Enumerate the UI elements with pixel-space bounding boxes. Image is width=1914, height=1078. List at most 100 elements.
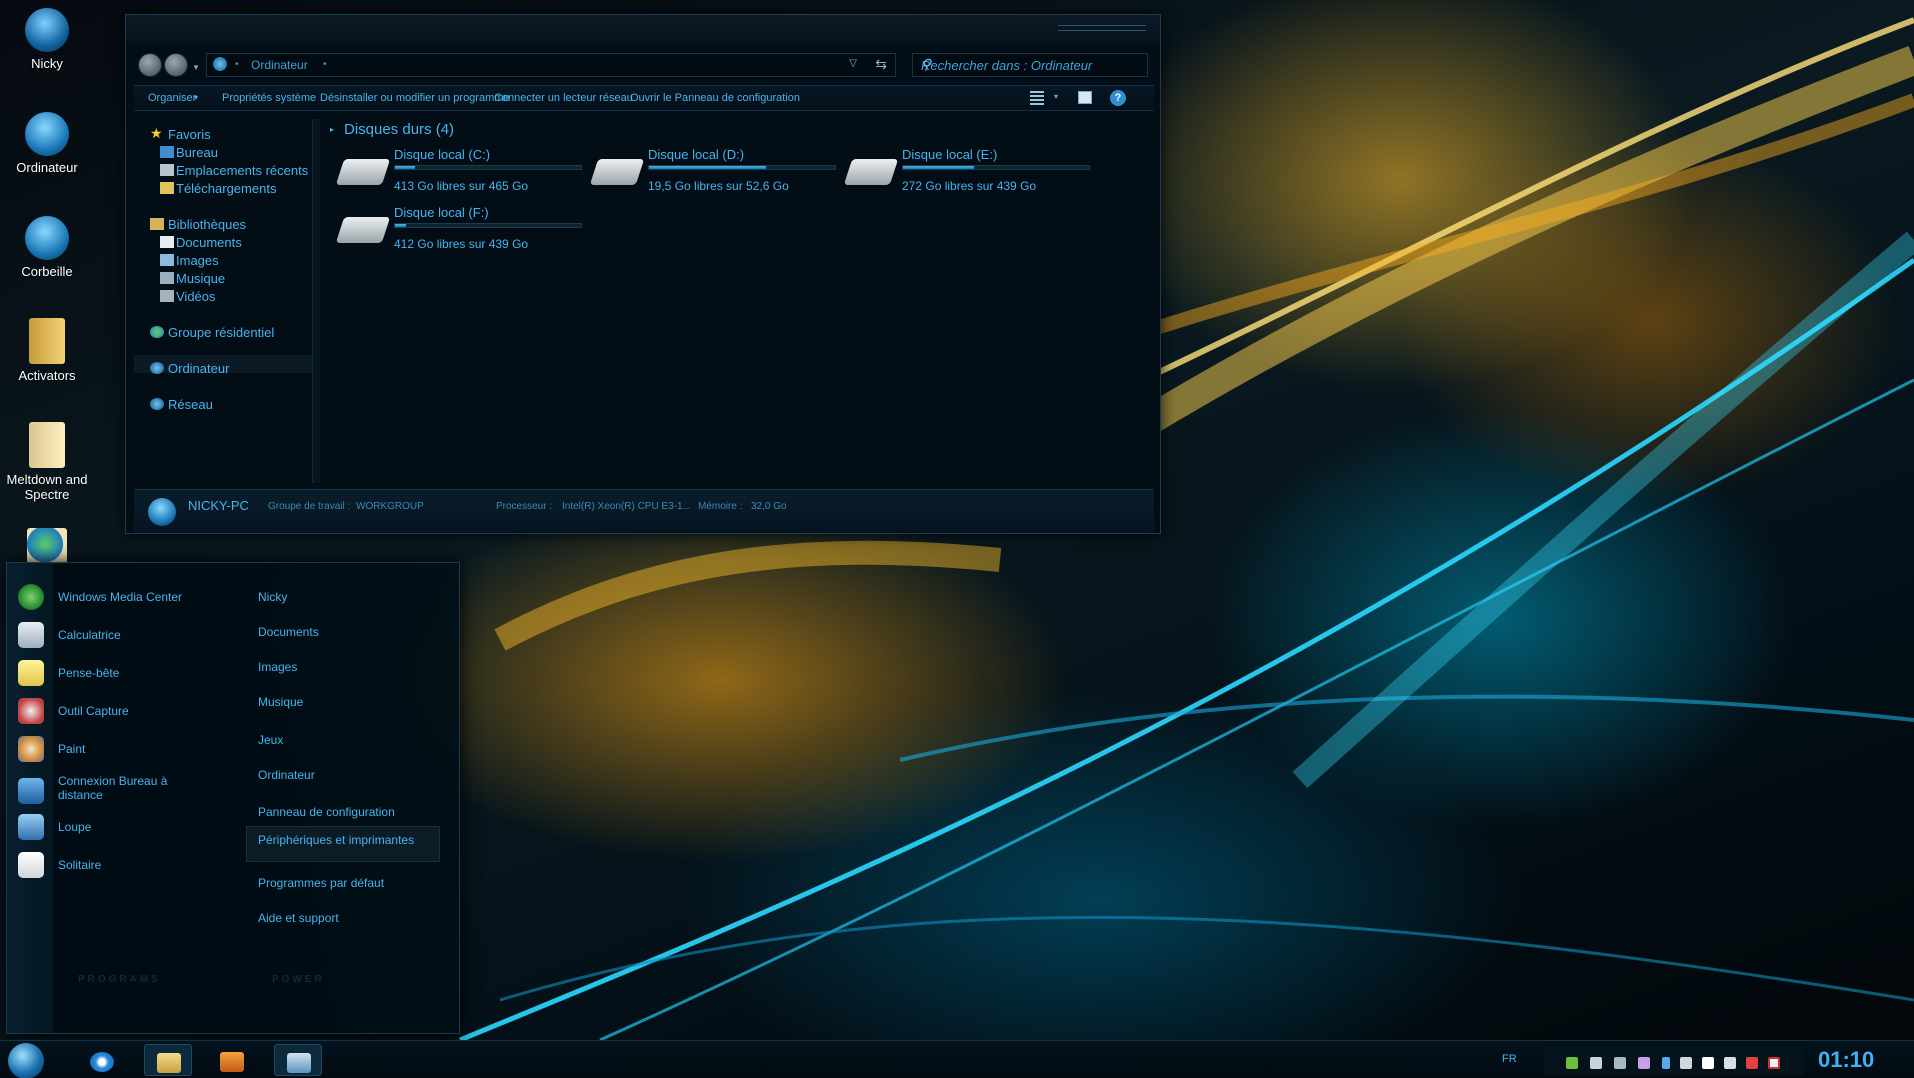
group-title[interactable]: Disques durs (4) (344, 121, 454, 138)
documents-tray-icon[interactable] (1702, 1057, 1714, 1069)
network-tray-icon[interactable] (1724, 1057, 1736, 1069)
taskbar-control-panel[interactable] (274, 1044, 322, 1076)
preview-pane-icon[interactable] (1078, 91, 1092, 104)
drive-f[interactable]: Disque local (F:) 412 Go libres sur 439 … (335, 203, 590, 253)
program-windows-media-center[interactable]: Windows Media Center (18, 582, 218, 612)
nav-videos[interactable]: Vidéos (176, 289, 216, 304)
desktop-icon-meltdown-and-spectre[interactable]: Meltdown and Spectre (2, 422, 92, 502)
pen-icon[interactable] (1638, 1057, 1650, 1069)
start-link-documents[interactable]: Documents (258, 625, 319, 639)
organiser-chevron-icon[interactable]: ▾ (194, 93, 198, 102)
start-link-jeux[interactable]: Jeux (258, 733, 283, 747)
nav-bureau[interactable]: Bureau (176, 145, 218, 160)
cmd-connecter-lecteur[interactable]: Connecter un lecteur réseau (494, 92, 633, 104)
explorer-window: ▼ • Ordinateur • ▽ ⇆ Rechercher dans : O… (125, 14, 1161, 534)
videos-icon (160, 290, 174, 302)
cmd-proprietes-systeme[interactable]: Propriétés système (222, 92, 316, 104)
nav-reseau[interactable]: Réseau (168, 397, 213, 412)
nav-images[interactable]: Images (176, 253, 219, 268)
drive-free-space: 19,5 Go libres sur 52,6 Go (648, 179, 789, 193)
hard-drive-icon (843, 159, 899, 185)
drive-usage-bar (394, 165, 582, 170)
program-calculatrice[interactable]: Calculatrice (18, 620, 218, 650)
cmd-organiser[interactable]: Organiser (148, 92, 196, 104)
nav-groupe-residentiel[interactable]: Groupe résidentiel (168, 325, 274, 340)
nav-scrollbar[interactable] (312, 119, 320, 483)
cmd-desinstaller[interactable]: Désinstaller ou modifier un programme (320, 92, 510, 104)
start-link-musique[interactable]: Musique (258, 695, 303, 709)
drive-c[interactable]: Disque local (C:) 413 Go libres sur 465 … (335, 145, 590, 195)
snipping-tool-icon (18, 698, 44, 724)
view-options-icon[interactable] (1030, 91, 1044, 105)
display-icon[interactable] (1590, 1057, 1602, 1069)
address-dropdown-icon[interactable]: ▽ (849, 58, 857, 69)
desktop-icon-ordinateur[interactable]: Ordinateur (2, 112, 92, 175)
drive-name: Disque local (E:) (902, 147, 998, 162)
start-link-programmes-par-defaut[interactable]: Programmes par défaut (258, 876, 384, 890)
recent-pages-chevron-icon[interactable]: ▼ (192, 63, 200, 72)
power-button[interactable]: POWER (272, 974, 325, 985)
nav-musique[interactable]: Musique (176, 271, 225, 286)
clock[interactable]: 01:10 (1818, 1047, 1874, 1073)
drive-d[interactable]: Disque local (D:) 19,5 Go libres sur 52,… (589, 145, 844, 195)
program-connexion-bureau-a-distance[interactable]: Connexion Bureau à distance (18, 772, 218, 808)
help-icon[interactable]: ? (1110, 90, 1126, 106)
address-input[interactable]: • Ordinateur • ▽ ⇆ (206, 53, 896, 77)
program-pense-bete[interactable]: Pense-bête (18, 658, 218, 688)
program-loupe[interactable]: Loupe (18, 812, 218, 842)
desktop-icon-nicky[interactable]: Nicky (2, 8, 92, 71)
forward-button[interactable] (164, 53, 188, 77)
start-link-panneau-configuration[interactable]: Panneau de configuration (258, 805, 395, 819)
desktop-icon-corbeille[interactable]: Corbeille (2, 216, 92, 279)
drive-e[interactable]: Disque local (E:) 272 Go libres sur 439 … (843, 145, 1098, 195)
taskbar-internet-explorer[interactable] (78, 1044, 126, 1076)
drive-usage-fill (903, 166, 974, 169)
nav-telechargements[interactable]: Téléchargements (176, 181, 276, 196)
nav-ordinateur[interactable]: Ordinateur (168, 361, 229, 376)
program-outil-capture[interactable]: Outil Capture (18, 696, 218, 726)
breadcrumb-ordinateur[interactable]: Ordinateur (251, 58, 308, 72)
bluetooth-icon[interactable] (1662, 1057, 1670, 1069)
start-link-nicky[interactable]: Nicky (258, 590, 287, 604)
back-button[interactable] (138, 53, 162, 77)
desktop-icon-globe[interactable] (2, 528, 92, 564)
content-pane: ▸ Disques durs (4) Disque local (C:) 413… (322, 119, 1152, 489)
command-bar: Organiser ▾ Propriétés système Désinstal… (134, 85, 1154, 111)
cmd-ouvrir-panneau[interactable]: Ouvrir le Panneau de configuration (630, 92, 800, 104)
program-paint[interactable]: Paint (18, 734, 218, 764)
breadcrumb-separator-icon[interactable]: • (323, 59, 327, 70)
group-collapse-icon[interactable]: ▸ (330, 125, 334, 134)
start-orb-icon[interactable] (8, 1043, 44, 1078)
breadcrumb-separator-icon: • (235, 59, 239, 70)
workgroup-value: WORKGROUP (356, 501, 424, 512)
volume-muted-icon[interactable] (1746, 1057, 1758, 1069)
search-icon[interactable]: ⚲ (921, 56, 1141, 73)
all-programs-button[interactable]: PROGRAMS (78, 974, 161, 985)
taskbar: FR 01:10 (0, 1040, 1914, 1078)
start-link-aide-et-support[interactable]: Aide et support (258, 911, 339, 925)
search-input[interactable]: Rechercher dans : Ordinateur ⚲ (912, 53, 1148, 77)
nvidia-icon[interactable] (1566, 1057, 1578, 1069)
usb-icon[interactable] (1614, 1057, 1626, 1069)
nav-bibliotheques[interactable]: Bibliothèques (168, 217, 246, 232)
window-title-bar[interactable] (126, 15, 1160, 43)
taskbar-media-player[interactable] (208, 1044, 256, 1076)
taskbar-explorer[interactable] (144, 1044, 192, 1076)
start-link-ordinateur[interactable]: Ordinateur (258, 768, 315, 782)
desktop-icon-activators[interactable]: Activators (2, 318, 92, 383)
device-icon[interactable] (1680, 1057, 1692, 1069)
nav-favoris[interactable]: Favoris (168, 127, 211, 142)
calculator-icon (18, 622, 44, 648)
start-link-peripheriques-imprimantes[interactable]: Périphériques et imprimantes (258, 833, 414, 847)
action-center-icon[interactable] (1768, 1057, 1780, 1069)
language-indicator[interactable]: FR (1502, 1053, 1517, 1065)
hard-drive-icon (589, 159, 645, 185)
nav-documents[interactable]: Documents (176, 235, 242, 250)
refresh-icon[interactable]: ⇆ (875, 56, 887, 73)
nav-emplacements[interactable]: Emplacements récents (176, 163, 308, 178)
start-link-images[interactable]: Images (258, 660, 297, 674)
computer-icon (148, 498, 176, 526)
view-chevron-icon[interactable]: ▾ (1054, 92, 1058, 101)
window-controls[interactable] (1058, 25, 1146, 31)
program-solitaire[interactable]: Solitaire (18, 850, 218, 880)
